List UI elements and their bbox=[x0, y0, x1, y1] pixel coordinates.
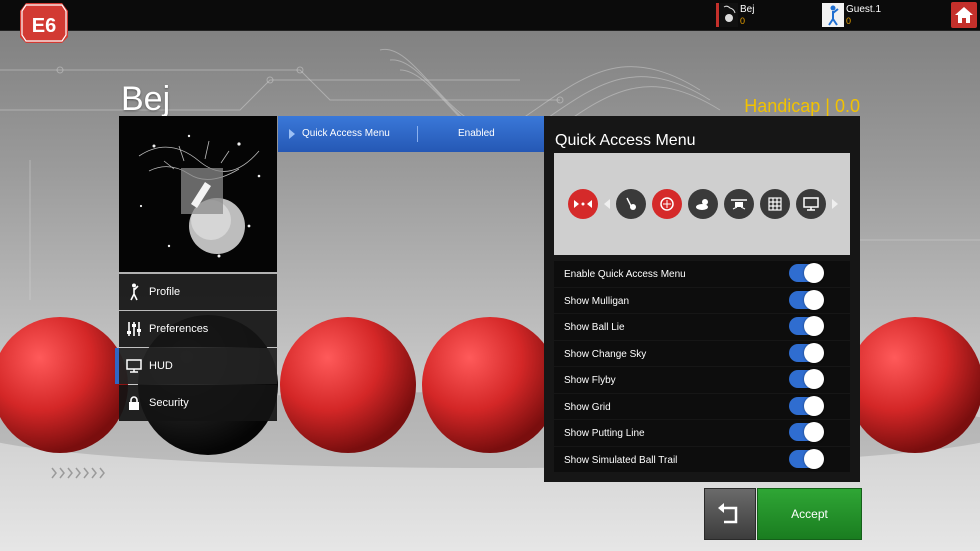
quick-access-preview bbox=[554, 153, 850, 255]
player-score: 0 bbox=[740, 16, 746, 26]
option-label: Show Mulligan bbox=[564, 295, 630, 307]
home-icon bbox=[955, 7, 973, 23]
handicap-label: Handicap | 0.0 bbox=[744, 96, 860, 116]
tab-value: Enabled bbox=[458, 128, 495, 139]
menu-item-label: HUD bbox=[149, 360, 173, 372]
option-label: Show Ball Lie bbox=[564, 322, 625, 333]
option-label: Show Flyby bbox=[564, 375, 616, 386]
player-bej[interactable]: Bej 0 bbox=[716, 3, 816, 27]
panel-title: Quick Access Menu bbox=[555, 132, 696, 149]
menu-item-profile[interactable]: Profile bbox=[119, 274, 277, 310]
player-score: 0 bbox=[846, 16, 852, 26]
e6-logo: E6 bbox=[20, 3, 68, 43]
player-name: Bej bbox=[740, 4, 755, 15]
quick-access-panel: Quick Access Menu Enable Quick Access Me… bbox=[544, 116, 860, 482]
tab-divider bbox=[417, 126, 418, 142]
option-label: Show Grid bbox=[564, 401, 611, 413]
menu-item-label: Profile bbox=[149, 286, 181, 298]
player-name: Guest.1 bbox=[846, 4, 882, 15]
menu-item-security[interactable]: Security bbox=[119, 385, 277, 421]
accept-button[interactable]: Accept bbox=[757, 488, 862, 540]
option-row-show-ball-lie: Show Ball Lie bbox=[554, 314, 850, 340]
menu-item-label: Security bbox=[149, 397, 189, 409]
option-list: Enable Quick Access Menu Show Mulligan S… bbox=[554, 261, 850, 473]
show-mulligan-toggle[interactable] bbox=[789, 289, 824, 310]
option-row-show-putting-line: Show Putting Line bbox=[554, 420, 850, 446]
player-avatar bbox=[822, 3, 844, 27]
enable-quick-access-toggle[interactable] bbox=[789, 263, 824, 283]
settings-menu: Profile Preferences HUD Security bbox=[115, 274, 277, 422]
option-row-show-flyby: Show Flyby bbox=[554, 367, 850, 393]
scroll-right-icon[interactable] bbox=[832, 199, 838, 209]
option-label: Show Putting Line bbox=[564, 428, 645, 439]
show-ball-trail-toggle[interactable] bbox=[789, 448, 824, 469]
ball-lie-icon[interactable] bbox=[616, 189, 646, 219]
back-button[interactable] bbox=[704, 488, 756, 540]
weather-icon[interactable] bbox=[688, 189, 718, 219]
grid-icon[interactable] bbox=[760, 189, 790, 219]
home-button[interactable] bbox=[951, 2, 977, 28]
quick-access-tab[interactable]: Quick Access Menu Enabled bbox=[278, 116, 552, 152]
menu-item-hud[interactable]: HUD bbox=[115, 348, 277, 384]
option-row-show-grid: Show Grid bbox=[554, 393, 850, 419]
show-putting-line-toggle[interactable] bbox=[789, 422, 824, 442]
player-avatar bbox=[716, 3, 738, 27]
page-title: Bej bbox=[121, 80, 171, 118]
sliders-icon bbox=[119, 321, 149, 337]
option-row-show-ball-trail: Show Simulated Ball Trail bbox=[554, 446, 850, 472]
option-label: Show Change Sky bbox=[564, 348, 647, 360]
menu-item-label: Preferences bbox=[149, 323, 209, 335]
show-grid-toggle[interactable] bbox=[789, 395, 824, 416]
undo-icon bbox=[718, 503, 738, 524]
option-row-show-mulligan: Show Mulligan bbox=[554, 287, 850, 313]
change-sky-icon[interactable] bbox=[652, 189, 682, 219]
lock-icon bbox=[119, 396, 149, 410]
mulligan-icon[interactable] bbox=[568, 189, 598, 219]
show-flyby-toggle[interactable] bbox=[789, 369, 824, 389]
scroll-left-icon[interactable] bbox=[604, 199, 610, 209]
profile-avatar[interactable] bbox=[119, 116, 277, 272]
play-arrow-icon bbox=[289, 129, 295, 139]
golfer-icon bbox=[119, 283, 149, 301]
logo-text: E6 bbox=[32, 15, 56, 37]
preview-icon-strip bbox=[568, 189, 844, 219]
option-row-show-change-sky: Show Change Sky bbox=[554, 340, 850, 366]
flyby-icon[interactable] bbox=[724, 189, 754, 219]
menu-item-preferences[interactable]: Preferences bbox=[119, 311, 277, 347]
option-label: Enable Quick Access Menu bbox=[564, 269, 686, 280]
player-guest[interactable]: Guest.1 0 bbox=[822, 3, 922, 27]
show-ball-lie-toggle[interactable] bbox=[789, 316, 824, 336]
top-bar: E6 Bej 0 Guest.1 0 bbox=[0, 0, 980, 43]
option-label: Show Simulated Ball Trail bbox=[564, 454, 678, 466]
show-change-sky-toggle[interactable] bbox=[789, 342, 824, 363]
option-row-enable-quick-access: Enable Quick Access Menu bbox=[554, 261, 850, 287]
monitor-icon bbox=[119, 359, 149, 373]
tab-label: Quick Access Menu bbox=[302, 128, 390, 139]
screen-icon[interactable] bbox=[796, 189, 826, 219]
